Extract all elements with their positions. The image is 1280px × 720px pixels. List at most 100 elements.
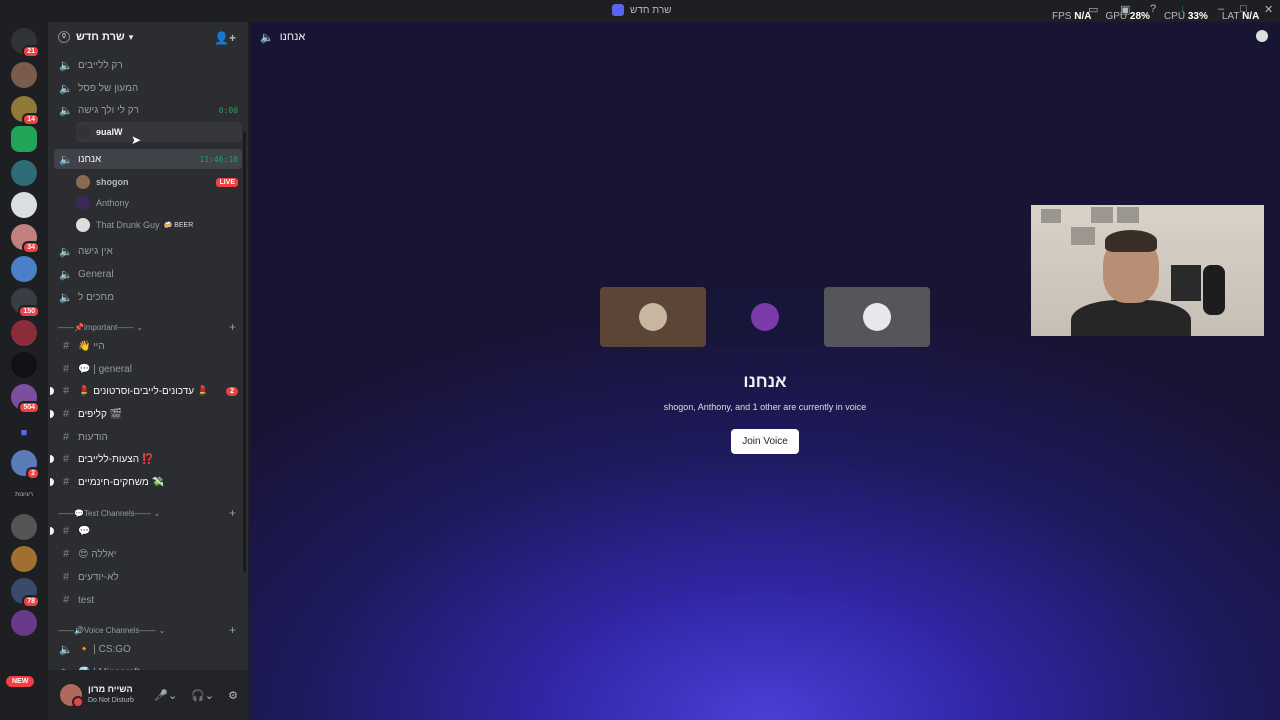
server-icon-14[interactable] [11, 546, 37, 572]
speaker-icon: 🔈 [260, 31, 274, 44]
speaker-icon: 🔈 [59, 643, 73, 656]
help-icon[interactable]: ? [1150, 3, 1156, 15]
download-icon[interactable]: ↓ [1180, 3, 1186, 15]
wall-frame [1071, 227, 1095, 245]
user-avatar[interactable] [60, 684, 84, 708]
chevron-down-icon: ▾ [128, 31, 134, 42]
voice-channel[interactable]: 🔈 המעון של פסל [54, 78, 242, 98]
maximize-icon[interactable]: □ [1240, 3, 1247, 15]
avatar [76, 196, 90, 210]
home-button[interactable]: 21 [11, 28, 40, 58]
voice-channel[interactable]: 🔈 General [54, 264, 242, 284]
text-channel[interactable]: # משחקים-חינמיים 💸 [50, 472, 242, 492]
voice-channel-view: 🔈 אנחנו אנחנו shogon, Anthony, and 1 oth… [250, 22, 1280, 720]
headphones-icon[interactable]: 🎧⌄ [191, 689, 214, 702]
server-icon-12[interactable]: 2 [11, 450, 40, 480]
server-icon-15[interactable]: 78 [11, 578, 40, 608]
user-tag: 🍻 BEER [163, 222, 194, 229]
hash-icon: # [62, 594, 70, 606]
text-channel[interactable]: # 💬 [50, 521, 242, 541]
text-channel[interactable]: # test [54, 590, 242, 610]
server-icon-10[interactable] [11, 352, 37, 378]
voice-user[interactable]: shogon LIVE [76, 172, 242, 192]
channel-header-title: אנחנו [279, 31, 306, 43]
person-body [1071, 300, 1191, 336]
sidebar-scrollbar[interactable] [243, 132, 246, 572]
voice-channel[interactable]: 🔈 רק לי ולך גישה 0:00 [54, 100, 242, 120]
server-icon-13[interactable] [11, 514, 37, 540]
server-icon-8[interactable]: 150 [11, 288, 40, 318]
screen-icon[interactable]: ▣ [1120, 3, 1130, 16]
user-panel: השייח מרון Do Not Disturb 🎤⌄ 🎧⌄ ⚙ [48, 670, 248, 720]
close-icon[interactable]: ✕ [1264, 3, 1273, 16]
voice-user[interactable]: ɘualW [76, 122, 242, 142]
person-hair [1105, 230, 1157, 252]
window-title: שרת חדש [612, 4, 671, 16]
avatar [863, 303, 891, 331]
join-voice-button[interactable]: Join Voice [731, 429, 799, 454]
voice-channel[interactable]: 🔈 אין גישה [54, 241, 242, 261]
server-icon-6[interactable]: 34 [11, 224, 40, 254]
server-header[interactable]: 0 שרת חדש ▾ 👤+ [48, 22, 248, 52]
server-icon-1[interactable] [11, 62, 37, 88]
category-header[interactable]: ——📌important—— ⌄ + [54, 320, 242, 334]
category-header[interactable]: ——🔊Voice Channels—— ⌄ + [54, 623, 242, 637]
server-icon-5[interactable] [11, 192, 37, 218]
inbox-icon[interactable]: ▭ [1088, 3, 1098, 16]
voice-status-text: shogon, Anthony, and 1 other are current… [663, 402, 867, 412]
hash-icon: # [62, 548, 70, 560]
text-channel[interactable]: # קליפים 🎬 [50, 404, 242, 424]
voice-channel[interactable]: 🔈 רק ללייבים [54, 55, 242, 75]
hash-icon: # [62, 408, 70, 420]
server-icon-4[interactable] [11, 160, 37, 186]
hash-icon: # [62, 363, 70, 375]
live-badge: LIVE [216, 177, 238, 187]
voice-timer: 11:46:10 [199, 154, 238, 164]
mic-icon[interactable]: 🎤⌄ [154, 689, 177, 702]
text-channel[interactable]: # 💬 | general [54, 359, 242, 379]
new-pill[interactable]: NEW [6, 676, 35, 687]
user-info[interactable]: השייח מרון Do Not Disturb [88, 684, 134, 706]
server-icon-9[interactable] [11, 320, 37, 346]
voice-timer: 0:00 [218, 105, 238, 115]
folder-icon[interactable]: ■ [11, 420, 37, 446]
category-header[interactable]: ——💬Text Channels—— ⌄ + [54, 506, 242, 520]
window-title-text: שרת חדש [630, 4, 672, 16]
chat-icon[interactable] [1256, 30, 1268, 42]
voice-channel[interactable]: 🔈 🔸 | CS:GO [54, 639, 242, 659]
participant-tile[interactable] [600, 287, 706, 347]
server-icon-2[interactable]: 14 [11, 96, 40, 126]
invite-icon[interactable]: 👤+ [214, 31, 236, 45]
server-icon [612, 4, 624, 16]
participant-tile[interactable] [712, 287, 818, 347]
wall-frame [1091, 207, 1113, 223]
speaker-icon: 🔈 [59, 245, 73, 258]
voice-user[interactable]: Anthony [76, 193, 242, 213]
add-channel-icon[interactable]: + [229, 506, 236, 520]
text-channel[interactable]: # 😍 יאללה [54, 544, 242, 564]
voice-channel-active[interactable]: 🔈 אנחנו 11:46:10 [54, 149, 242, 169]
avatar [76, 125, 90, 139]
add-channel-icon[interactable]: + [229, 623, 236, 637]
server-icon-11[interactable]: 504 [11, 384, 40, 414]
server-icon-16[interactable] [11, 610, 37, 636]
folder-label[interactable]: רעיונות [11, 482, 37, 508]
hash-icon: # [62, 340, 70, 352]
text-channel[interactable]: # לא-יודעים [54, 567, 242, 587]
server-list: 21 14 34 150 504 ■ 2 רעיונות 78 NEW [0, 22, 48, 720]
voice-channel[interactable]: 🔈 מחכים ל [54, 287, 242, 307]
server-icon-7[interactable] [11, 256, 37, 282]
hash-icon: # [62, 431, 70, 443]
text-channel[interactable]: # הודעות [54, 427, 242, 447]
server-icon-3[interactable] [11, 126, 37, 152]
cpu-stat: CPU 33% [1163, 11, 1208, 22]
participant-tile[interactable] [824, 287, 930, 347]
voice-user[interactable]: That Drunk Guy 🍻 BEER [76, 215, 242, 235]
add-channel-icon[interactable]: + [229, 320, 236, 334]
settings-gear-icon[interactable]: ⚙ [228, 689, 238, 702]
minimize-icon[interactable]: – [1218, 3, 1224, 15]
text-channel[interactable]: # 👋 הײ [54, 336, 242, 356]
text-channel[interactable]: # 💄 עדכונים-לייבים-וסרטונים 💄 2 [50, 381, 242, 401]
unread-badge: 2 [226, 386, 238, 396]
text-channel[interactable]: # הצעות-ללייבים ⁉️ [50, 449, 242, 469]
